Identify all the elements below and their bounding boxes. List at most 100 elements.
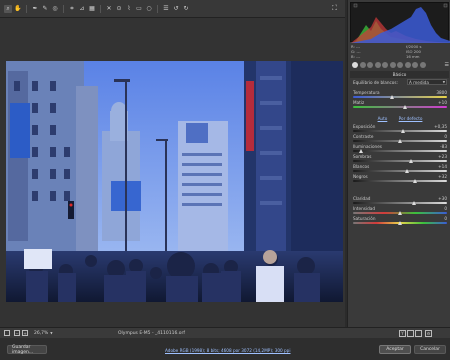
highlight-clipping-icon[interactable] [443,3,448,8]
b-label: B: [351,54,355,59]
slider-track[interactable] [353,150,447,152]
slider-value[interactable]: +30 [438,196,447,201]
auto-default-row: Auto Por defecto [353,116,447,123]
target-adjust-icon[interactable]: ◎ [51,5,59,13]
b-value: --- [356,54,361,59]
transform-icon[interactable]: ▦ [88,5,96,13]
hand-icon[interactable]: ✋ [14,5,22,13]
toolbar-divider [157,4,158,13]
slider-label: Matiz [353,100,365,105]
white-balance-label: Equilibrio de blancos: [353,80,398,85]
right-panel: R: --- G: --- B: --- f/2000 s ISO 200 16… [347,0,450,327]
slider-row: Exposición +0,35 [353,124,447,134]
slider-thumb[interactable] [413,179,418,183]
settings-icon[interactable]: ⚙ [425,329,432,337]
shadow-clipping-icon[interactable] [353,3,358,8]
slider-value[interactable]: +10 [438,100,447,105]
rotate-right-icon[interactable]: ↻ [182,5,190,13]
toolbar-divider [100,4,101,13]
slider-thumb[interactable] [412,201,417,205]
cancel-button[interactable]: Cancelar [414,345,446,354]
slider-thumb[interactable] [398,221,402,225]
basic-panel-icon[interactable] [352,62,358,68]
white-balance-icon[interactable]: ✒ [31,5,39,13]
grid-view-icon[interactable] [4,330,10,336]
zoom-out-icon[interactable]: − [14,330,20,336]
zoom-level[interactable]: 26,7% [34,331,48,336]
slider-thumb[interactable] [398,139,402,143]
slider-value[interactable]: 0 [444,206,447,211]
slider-row: Blancos +14 [353,164,447,174]
effects-icon[interactable] [397,62,403,68]
compare-icon[interactable] [407,329,414,337]
slider-value[interactable]: 0 [444,216,447,221]
adjustment-brush-icon[interactable]: ⌇ [125,5,133,13]
color-sampler-icon[interactable]: ✎ [41,5,49,13]
slider-value[interactable]: +23 [438,154,447,159]
slider-thumb[interactable] [358,149,363,153]
lens-corrections-icon[interactable] [389,62,396,68]
footer: Guardar imagen... Adobe RGB (1998); 8 bi… [0,338,450,360]
slider-track[interactable] [353,202,447,204]
slider-thumb[interactable] [400,129,405,133]
slider-thumb[interactable] [402,105,407,109]
status-bar: − + 26,7% ▼ Olympus E-M5 - _4110116.orf … [0,327,450,338]
slider-value[interactable]: 3800 [436,90,447,95]
swap-icon[interactable] [415,329,422,337]
slider-track[interactable] [353,160,447,162]
rotate-left-icon[interactable]: ↺ [172,5,180,13]
slider-track[interactable] [353,180,447,182]
slider-value[interactable]: +14 [438,164,447,169]
straighten-icon[interactable]: ⊿ [78,5,86,13]
zoom-in-icon[interactable]: + [22,330,28,336]
auto-link[interactable]: Auto [378,116,388,121]
slider-thumb[interactable] [398,211,402,215]
white-balance-row: Equilibrio de blancos: A medida ▼ [353,79,447,88]
panel-title: Básico [350,71,449,78]
tone-curve-icon[interactable] [359,62,366,68]
slider-track[interactable] [353,106,447,108]
slider-value[interactable]: +32 [438,174,447,179]
histogram-graph [351,3,450,43]
slider-value[interactable]: +0,35 [434,124,447,129]
save-image-button[interactable]: Guardar imagen... [7,345,47,355]
before-after-icon[interactable]: Y [399,329,406,337]
slider-row: Claridad +30 [353,196,447,206]
slider-label: Blancos [353,164,370,169]
radial-filter-icon[interactable]: ○ [145,5,153,13]
slider-row: Iluminaciones -83 [353,144,447,154]
red-eye-icon[interactable]: ⊙ [115,5,123,13]
camera-calibration-icon[interactable] [404,62,411,68]
slider-value[interactable]: -83 [440,144,447,149]
default-link[interactable]: Por defecto [399,116,423,121]
graduated-filter-icon[interactable]: ▭ [135,5,143,13]
tool-bar: ⌕ ✋ ✒ ✎ ◎ ⌗ ⊿ ▦ ✕ ⊙ ⌇ ▭ ○ ☰ ↺ ↻ ⛶ [0,0,345,18]
fullscreen-icon[interactable]: ⛶ [332,4,341,13]
snapshots-icon[interactable] [419,62,426,68]
photo-preview [6,61,343,302]
slider-track[interactable] [353,170,447,172]
hsl-icon[interactable] [374,62,381,68]
white-balance-select[interactable]: A medida ▼ [407,79,447,85]
slider-thumb[interactable] [409,159,414,163]
preferences-icon[interactable]: ☰ [162,5,170,13]
slider-thumb[interactable] [390,95,395,99]
toolbar-divider [63,4,64,13]
street-photo [6,61,343,302]
detail-icon[interactable] [367,62,373,68]
split-toning-icon[interactable] [382,62,388,68]
slider-value[interactable]: 0 [444,134,447,139]
zoom-icon[interactable]: ⌕ [4,4,12,13]
workflow-options-link[interactable]: Adobe RGB (1998); 8 bits; 4608 por 3072 … [165,348,291,353]
histogram [350,2,450,43]
slider-track[interactable] [353,96,447,98]
presets-icon[interactable] [412,62,418,68]
image-canvas[interactable] [0,18,345,327]
spot-removal-icon[interactable]: ✕ [105,5,113,13]
info-readout: R: --- G: --- B: --- f/2000 s ISO 200 16… [351,44,448,59]
accept-button[interactable]: Aceptar [379,345,411,354]
chevron-down-icon[interactable]: ▼ [50,331,52,335]
slider-thumb[interactable] [404,169,409,173]
crop-icon[interactable]: ⌗ [68,5,76,13]
panel-menu-icon[interactable]: ☰ [445,62,449,68]
